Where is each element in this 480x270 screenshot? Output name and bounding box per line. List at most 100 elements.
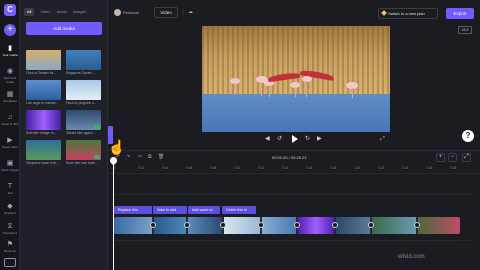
media-tabs: All Video Audio Images <box>24 8 86 16</box>
delete-icon[interactable]: 🗑 <box>158 154 164 160</box>
video-clip[interactable] <box>262 217 296 234</box>
tab-images[interactable]: Images <box>73 8 86 16</box>
play-icon[interactable] <box>292 135 298 143</box>
ruler-tick: 0:28 <box>450 166 457 170</box>
preview-water <box>202 94 390 132</box>
workspace-label[interactable]: Personal <box>123 10 139 16</box>
sidebar-item-brand-kit[interactable]: ⚑ Brand kit <box>0 238 20 258</box>
ruler-tick: 0:14 <box>282 166 289 170</box>
sidebar-item-text[interactable]: T Text <box>0 180 20 200</box>
ruler-tick: 0 <box>114 166 116 170</box>
skip-forward-icon[interactable]: ▶ <box>317 134 322 144</box>
video-clip[interactable] <box>336 217 370 234</box>
ruler-tick: 0:24 <box>402 166 409 170</box>
sidebar-item-record-create[interactable]: ◉ Record & create <box>0 65 20 85</box>
back-5s-icon[interactable]: ↺ <box>277 134 282 144</box>
ruler-tick: 0:20 <box>354 166 361 170</box>
transitions-icon: ⧖ <box>7 223 13 230</box>
sidebar-item-templates[interactable]: ▦ Templates <box>0 88 20 108</box>
text-clip[interactable]: Want to add <box>153 206 187 214</box>
ruler-tick: 0:18 <box>330 166 337 170</box>
sidebar-item-music[interactable]: ♫ Music & SFX <box>0 111 20 131</box>
media-thumbnail[interactable] <box>26 50 61 70</box>
timeline-toolbar: ↶ ↷ ✂ ⧉ 🗑 00:00.00 / 00:29.23 + − ⤢ <box>108 150 480 164</box>
timeline-ruler[interactable]: 0 0:02 0:04 0:06 0:08 0:10 0:12 0:14 0:1… <box>108 164 480 174</box>
media-thumbnail[interactable] <box>66 50 101 70</box>
collapse-panel-icon[interactable] <box>4 258 16 267</box>
text-clip[interactable]: Add some ex <box>188 206 220 214</box>
templates-icon: ▦ <box>6 91 14 98</box>
playhead[interactable] <box>113 160 114 270</box>
media-thumbnail[interactable] <box>66 140 101 160</box>
media-label: Vibrant blue agave ... <box>66 131 97 135</box>
video-track[interactable] <box>114 217 460 234</box>
text-clip[interactable]: Replace this <box>114 206 152 214</box>
music-icon: ♫ <box>7 114 13 121</box>
video-clip[interactable] <box>418 217 460 234</box>
video-clip[interactable] <box>188 217 222 234</box>
fullscreen-icon[interactable]: ⤢ <box>380 136 385 143</box>
transition-icon[interactable] <box>294 222 300 228</box>
transition-icon[interactable] <box>368 222 374 228</box>
avatar[interactable] <box>114 9 121 16</box>
video-clip[interactable] <box>298 217 334 234</box>
text-clip[interactable]: Delete this te <box>222 206 256 214</box>
transition-icon[interactable] <box>414 222 420 228</box>
tab-all[interactable]: All <box>24 8 35 16</box>
video-clip[interactable] <box>114 217 152 234</box>
forward-5s-icon[interactable]: ↻ <box>305 134 310 144</box>
tab-audio[interactable]: Audio <box>57 8 67 16</box>
rewind-icon[interactable]: ◀ <box>265 134 270 144</box>
help-button[interactable]: ? <box>462 130 474 142</box>
record-icon: ◉ <box>6 68 14 75</box>
media-thumbnail[interactable] <box>66 80 101 100</box>
added-check-icon <box>94 155 100 159</box>
aspect-ratio-button[interactable]: 16:9 <box>458 26 472 34</box>
video-clip[interactable] <box>154 217 186 234</box>
graphics-icon: ◆ <box>7 203 13 210</box>
media-thumbnail[interactable] <box>66 110 101 130</box>
ruler-tick: 0:16 <box>306 166 313 170</box>
transition-icon[interactable] <box>150 222 156 228</box>
sidebar-item-stock-video[interactable]: ▶ Stock video <box>0 134 20 154</box>
video-preview[interactable] <box>202 26 390 132</box>
transition-icon[interactable] <box>258 222 264 228</box>
ruler-tick: 0:04 <box>162 166 169 170</box>
media-thumbnail[interactable] <box>26 110 61 130</box>
redo-icon[interactable]: ↷ <box>126 154 130 160</box>
audio-track[interactable] <box>114 240 460 241</box>
icon-rail: C + ▮ Your media ◉ Record & create ▦ Tem… <box>0 0 20 270</box>
media-thumbnail[interactable] <box>26 80 61 100</box>
video-clip[interactable] <box>372 217 416 234</box>
transition-icon[interactable] <box>332 222 338 228</box>
project-title[interactable]: Video <box>154 7 178 18</box>
media-thumbnail[interactable] <box>26 140 61 160</box>
copy-icon[interactable]: ⧉ <box>148 154 152 160</box>
ruler-tick: 0:02 <box>138 166 145 170</box>
logo-icon[interactable]: C <box>4 4 16 16</box>
zoom-in-button[interactable]: + <box>436 153 445 162</box>
export-button[interactable]: Export <box>446 8 474 19</box>
transition-icon[interactable] <box>220 222 226 228</box>
video-clip[interactable] <box>224 217 260 234</box>
sidebar-item-your-media[interactable]: ▮ Your media <box>0 42 20 62</box>
split-icon[interactable]: ✂ <box>138 154 142 160</box>
stock-video-icon: ▶ <box>7 137 13 144</box>
add-media-button[interactable]: Add media <box>26 22 102 35</box>
tab-video[interactable]: Video <box>40 8 50 16</box>
zoom-out-button[interactable]: − <box>448 153 457 162</box>
hand-cursor-icon: ☝ <box>108 139 126 155</box>
cloud-sync-icon: ☁ <box>188 9 193 15</box>
folder-icon: ▮ <box>8 45 12 52</box>
create-new-button[interactable]: + <box>4 24 16 36</box>
playback-controls: ◀ ↺ ↻ ▶ <box>255 134 335 144</box>
sidebar-item-stock-images[interactable]: ▣ Stock images <box>0 157 20 177</box>
fit-timeline-button[interactable]: ⤢ <box>462 153 471 162</box>
sidebar-item-transitions[interactable]: ⧖ Transitions <box>0 220 20 240</box>
sidebar-item-graphics[interactable]: ◆ Graphics <box>0 200 20 220</box>
more-icon[interactable]: ⋮ <box>181 9 186 15</box>
top-bar: Personal Video ⋮ ☁ Switch to a new plan … <box>108 0 480 26</box>
transition-icon[interactable] <box>184 222 190 228</box>
switch-plan-button[interactable]: Switch to a new plan <box>378 8 438 19</box>
media-label: Telephone tower is th... <box>26 161 59 165</box>
